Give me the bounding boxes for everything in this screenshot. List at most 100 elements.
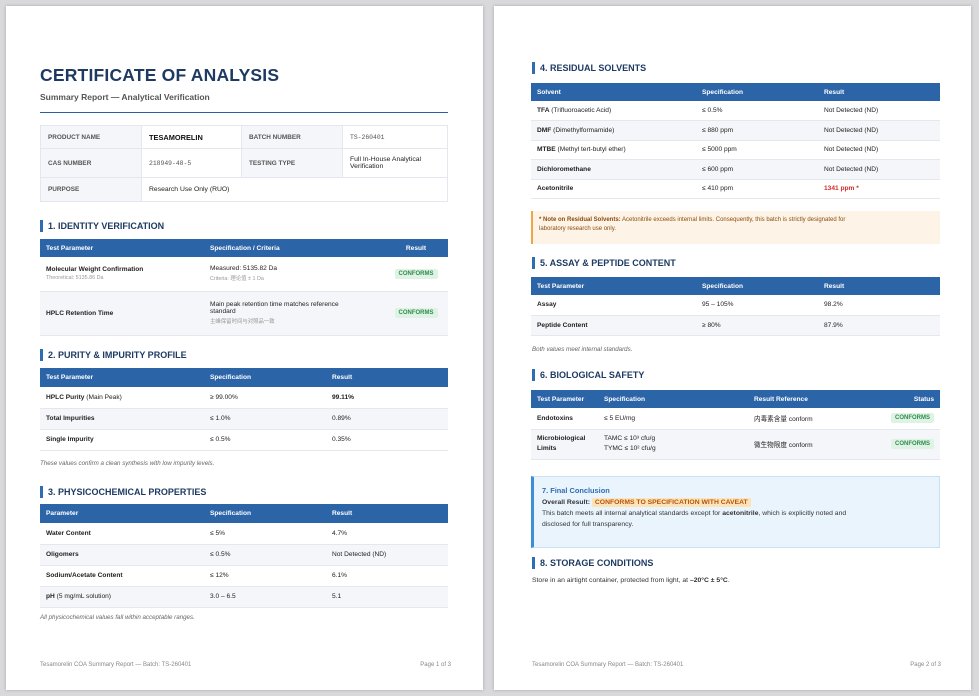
table-row: Water Content ≤ 5% 4.7%	[40, 523, 448, 545]
spec-value: ≤ 410 ppm	[696, 179, 818, 199]
section-purity-title: 2. PURITY & IMPURITY PROFILE	[40, 349, 187, 361]
table-cell: CONFORMS	[384, 291, 448, 336]
col-header: Test Parameter	[531, 277, 696, 295]
solvent-detail: (Methyl tert-butyl ether)	[555, 146, 626, 154]
table-row: pH (5 mg/mL solution) 3.0 – 6.5 5.1	[40, 586, 448, 608]
col-header: Status	[878, 390, 940, 408]
testing-type-line-2: Verification	[350, 163, 384, 170]
table-row: Microbiological Limits TAMC ≤ 10³ cfu/g …	[531, 429, 940, 460]
param-name: HPLC Retention Time	[40, 291, 204, 336]
document-title: CERTIFICATE OF ANALYSIS	[40, 65, 280, 85]
purity-note: These values confirm a clean synthesis w…	[40, 460, 215, 467]
storage-text-part: .	[727, 577, 730, 584]
footer-text: Tesamorelin COA Summary Report — Batch: …	[40, 662, 192, 668]
col-header: Result	[326, 504, 448, 523]
spec-value: 3.0 – 6.5	[204, 586, 326, 608]
document-page-2: 4. RESIDUAL SOLVENTS Solvent Specificati…	[494, 6, 971, 690]
physicochemical-table: Parameter Specification Result Water Con…	[40, 504, 448, 608]
table-cell: CONFORMS	[878, 408, 940, 430]
overall-result-badge: CONFORMS TO SPECIFICATION WITH CAVEAT	[591, 497, 751, 507]
section-physicochemical-title: 3. PHYSICOCHEMICAL PROPERTIES	[40, 486, 206, 498]
conclusion-title: 7. Final Conclusion	[542, 486, 610, 495]
result-value: 6.1%	[326, 565, 448, 587]
identity-table: Test Parameter Specification / Criteria …	[40, 239, 448, 336]
section-assay-title: 5. ASSAY & PEPTIDE CONTENT	[532, 257, 676, 269]
result-value-alert: 1341 ppm *	[818, 179, 940, 199]
purpose-label: PURPOSE	[40, 177, 142, 202]
spec-value: ≤ 0.5%	[696, 101, 818, 121]
param-name: Endotoxins	[531, 408, 598, 430]
col-header: Specification	[204, 368, 326, 387]
testing-type-line-1: Full In-House Analytical	[350, 156, 422, 163]
col-header: Solvent	[531, 83, 696, 101]
conclusion-text: This batch meets all internal analytical…	[542, 509, 931, 531]
storage-text-part: Store in an airtight container, protecte…	[532, 577, 690, 584]
param-name: Peptide Content	[531, 315, 696, 336]
col-header: Specification	[598, 390, 748, 408]
table-row: Molecular Weight Confirmation Theoretica…	[40, 257, 448, 292]
spec-value: ≥ 99.00%	[204, 387, 326, 409]
spec-value: ≤ 5%	[204, 523, 326, 545]
conclusion-text-line-2: disclosed for full transparency.	[542, 520, 634, 528]
solvent-name: MTBE	[537, 146, 556, 154]
spec-line-2: TYMC ≤ 10² cfu/g	[604, 445, 656, 452]
table-cell: DMF (Dimethylformamide)	[531, 120, 696, 141]
param-name-line-1: Microbiological	[537, 435, 586, 443]
testing-type-value: Full In-House Analytical Verification	[342, 148, 448, 178]
spec-value: ≤ 5 EU/mg	[598, 408, 748, 430]
result-value: 87.9%	[818, 315, 940, 336]
status-badge: CONFORMS	[891, 439, 934, 449]
col-header: Result	[326, 368, 448, 387]
param-name: Assay	[531, 295, 696, 316]
storage-text: Store in an airtight container, protecte…	[532, 577, 730, 584]
param-sub: Theoretical: 5135.86 Da	[46, 275, 104, 282]
table-cell: HPLC Purity (Main Peak)	[40, 387, 204, 409]
solvent-name: Dichloromethane	[531, 159, 696, 180]
result-value: Not Detected (ND)	[326, 544, 448, 566]
result-value: 99.11%	[326, 387, 448, 409]
section-identity-title: 1. IDENTITY VERIFICATION	[40, 220, 164, 232]
title-divider	[40, 112, 448, 113]
product-name-value: TESAMORELIN	[141, 125, 242, 149]
assay-table: Test Parameter Specification Result Assa…	[531, 277, 940, 336]
table-row: Peptide Content ≥ 80% 87.9%	[531, 315, 940, 336]
table-cell: Molecular Weight Confirmation Theoretica…	[40, 257, 204, 292]
param-name: Total Impurities	[40, 408, 204, 430]
solvent-warning-note: * Note on Residual Solvents: Acetonitril…	[531, 211, 940, 244]
overall-result-line: Overall Result: CONFORMS TO SPECIFICATIO…	[542, 497, 931, 509]
cas-number-label: CAS NUMBER	[40, 148, 142, 178]
result-value: Not Detected (ND)	[818, 159, 940, 180]
result-value: Not Detected (ND)	[818, 120, 940, 141]
table-row: HPLC Retention Time Main peak retention …	[40, 291, 448, 336]
result-value: 0.35%	[326, 429, 448, 451]
status-badge: CONFORMS	[394, 308, 438, 318]
table-row: Total Impurities ≤ 1.0% 0.89%	[40, 408, 448, 430]
page-number: Page 1 of 3	[420, 662, 451, 668]
param-name: pH	[46, 593, 55, 600]
col-header: Result	[818, 83, 940, 101]
table-row: Single Impurity ≤ 0.5% 0.35%	[40, 429, 448, 451]
param-name: HPLC Purity	[46, 393, 85, 401]
warning-text-line-2: laboratory research use only.	[539, 226, 616, 233]
overall-result-label: Overall Result:	[542, 498, 590, 506]
spec-value: ≤ 0.5%	[204, 429, 326, 451]
col-header: Result	[818, 277, 940, 295]
param-name: Water Content	[40, 523, 204, 545]
section-storage-title: 8. STORAGE CONDITIONS	[532, 557, 653, 569]
table-row: TFA (Trifluoroacetic Acid) ≤ 0.5% Not De…	[531, 101, 940, 121]
result-reference: 内毒素含量 conform	[748, 408, 878, 430]
spec-line-2: standard	[210, 308, 236, 315]
result-value: 4.7%	[326, 523, 448, 545]
param-detail: (Main Peak)	[84, 393, 122, 401]
physicochemical-note: All physicochemical values fall within a…	[40, 614, 195, 621]
spec-value: ≥ 80%	[696, 315, 818, 336]
result-value: 5.1	[326, 586, 448, 608]
col-header: Specification	[696, 83, 818, 101]
table-row: Assay 95 – 105% 98.2%	[531, 295, 940, 316]
product-name-label: PRODUCT NAME	[40, 125, 142, 149]
solvents-table: Solvent Specification Result TFA (Triflu…	[531, 83, 940, 199]
spec-sub: 主峰保留时间与对照品一致	[210, 319, 275, 325]
bio-safety-table: Test Parameter Specification Result Refe…	[531, 390, 940, 460]
spec-line-1: TAMC ≤ 10³ cfu/g	[604, 435, 656, 443]
result-value: Not Detected (ND)	[818, 140, 940, 160]
